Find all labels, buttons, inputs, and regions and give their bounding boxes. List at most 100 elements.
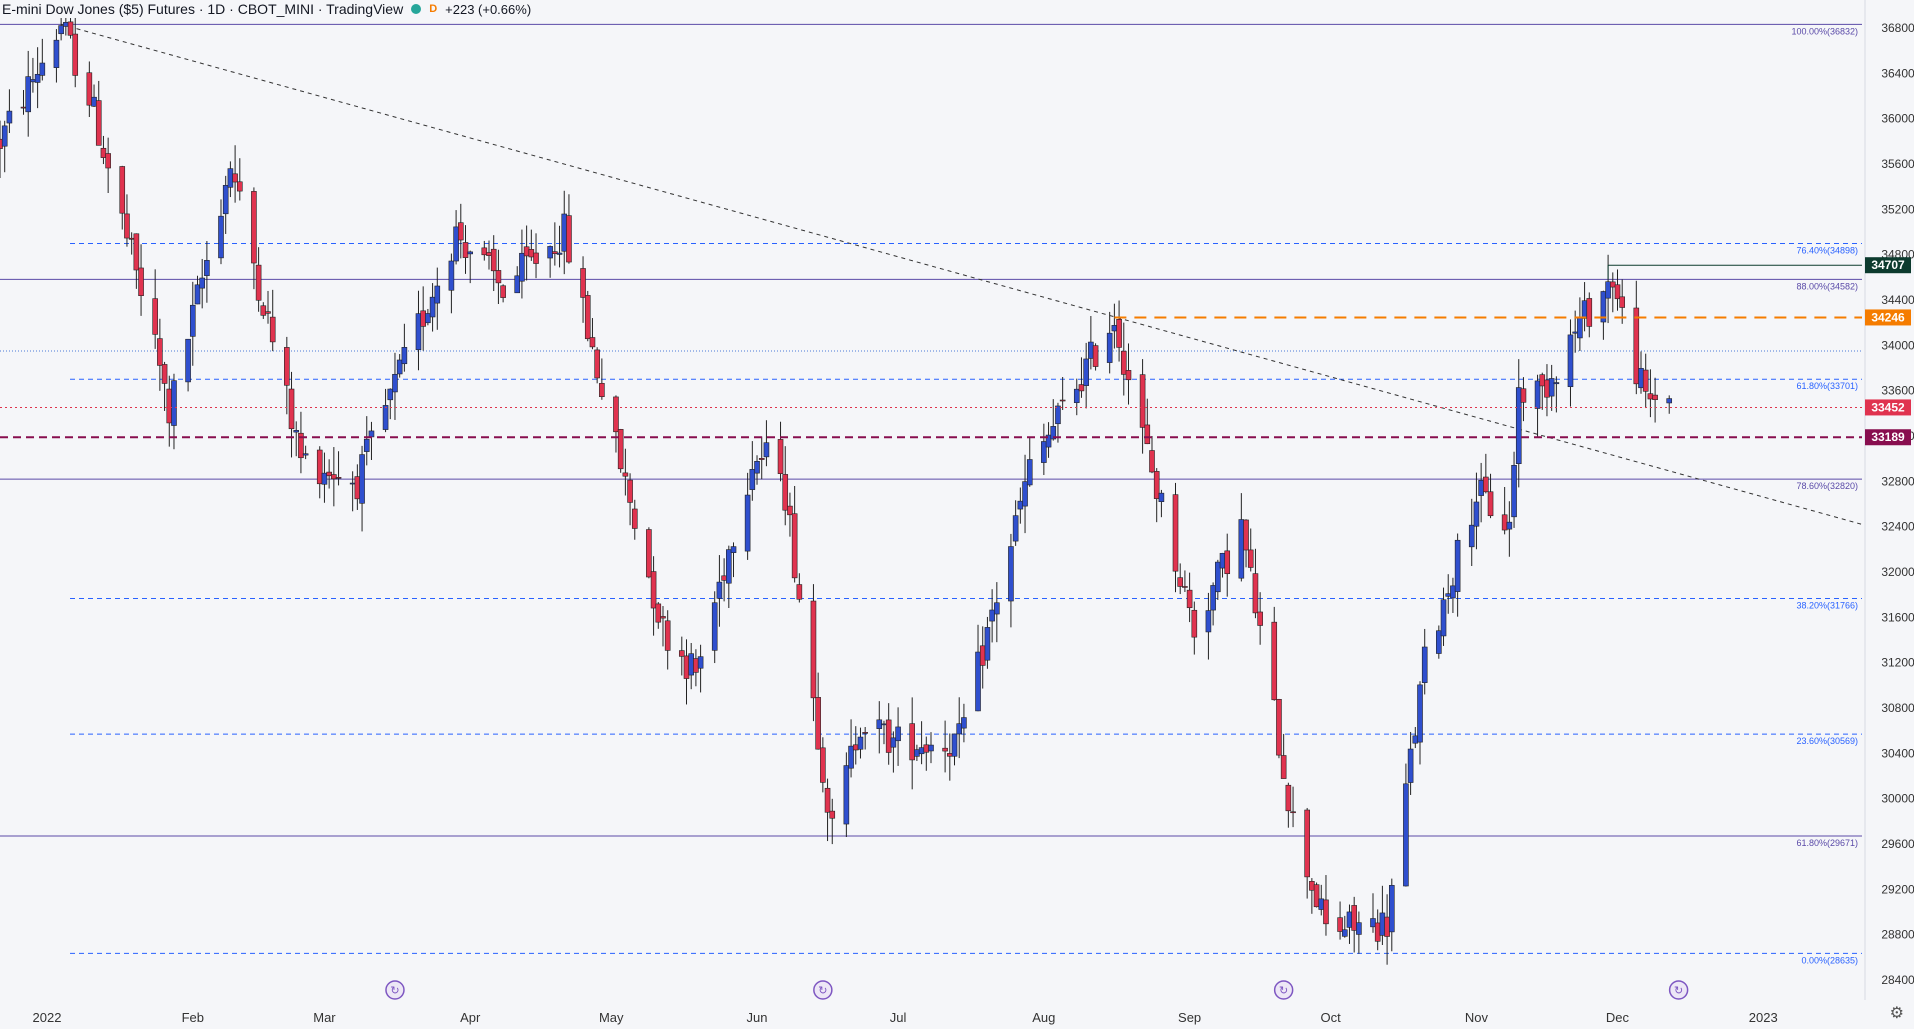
candle-body <box>829 810 836 819</box>
candle-body <box>599 383 605 398</box>
candle-body <box>1078 384 1085 392</box>
candle-body <box>251 191 257 264</box>
fib-level-label: 61.80%(33701) <box>1796 381 1858 391</box>
candle-body <box>918 747 925 755</box>
candle-body <box>1487 491 1494 517</box>
candle-body <box>1116 319 1122 348</box>
candle-body <box>429 296 436 318</box>
candle-body <box>1280 755 1287 779</box>
candle-body <box>1356 922 1362 935</box>
candle-body <box>72 33 79 76</box>
candle-body <box>53 39 60 68</box>
candle-body <box>566 215 572 263</box>
price-chart[interactable]: 28400 28800 29200 29600 30000 30400 30800 31200… <box>0 0 1914 1029</box>
candle-body <box>1440 599 1447 637</box>
candle-body <box>519 252 525 282</box>
candle-body <box>763 442 770 458</box>
fib-level-label: 61.80%(29671) <box>1796 838 1858 848</box>
candle-body <box>631 508 638 529</box>
candle-body <box>255 264 262 301</box>
candle-body <box>627 479 633 503</box>
candle-body <box>1515 387 1522 464</box>
price-tag-label: 34246 <box>1871 310 1905 324</box>
candle-body <box>989 609 995 622</box>
candle-body <box>462 242 469 258</box>
candle-body <box>1149 450 1155 473</box>
candle-body <box>1008 546 1014 602</box>
candle-body <box>1022 481 1028 507</box>
candle-body <box>420 310 426 327</box>
candle-body <box>161 364 168 384</box>
candle-body <box>617 429 624 470</box>
candle-body <box>523 246 530 257</box>
candle-body <box>1276 699 1282 756</box>
candle-body <box>486 252 492 256</box>
candle-body <box>730 546 737 553</box>
x-tick-label: Apr <box>460 1010 481 1025</box>
candle-body <box>1153 471 1160 499</box>
candle-body <box>655 603 662 623</box>
candle-body <box>269 316 276 343</box>
candle-body <box>1238 519 1245 579</box>
price-tag-label: 33452 <box>1871 400 1905 414</box>
candle-body <box>1210 585 1216 611</box>
y-tick-label: 31200 <box>1881 656 1914 670</box>
candle-body <box>166 388 173 424</box>
chart-background <box>0 0 1914 1029</box>
candle-body <box>561 213 568 252</box>
candle-body <box>63 22 69 27</box>
candle-body <box>1483 476 1489 493</box>
candle-body <box>415 313 422 351</box>
candle-body <box>1219 552 1226 569</box>
candle-body <box>547 246 553 259</box>
candle-body <box>947 753 953 757</box>
candle-body <box>39 62 46 76</box>
candle-body <box>457 222 464 241</box>
candle-body <box>387 388 394 401</box>
delayed-data-badge[interactable]: D <box>429 3 437 15</box>
candle-body <box>721 575 727 581</box>
candle-body <box>1337 917 1343 932</box>
candle-body <box>335 477 342 479</box>
candle-body <box>928 744 934 752</box>
candle-body <box>1642 369 1649 392</box>
candle-body <box>1 125 8 147</box>
candle-body <box>683 655 690 679</box>
candle-body <box>782 474 789 511</box>
candle-body <box>95 100 102 146</box>
candle-body <box>1318 898 1325 910</box>
candle-body <box>1403 783 1409 887</box>
candle-body <box>1346 911 1353 928</box>
candle-body <box>1012 515 1019 542</box>
candle-body <box>1581 300 1588 319</box>
candle-body <box>815 697 821 750</box>
gear-icon[interactable]: ⚙ <box>1890 1003 1904 1023</box>
candle-body <box>1647 393 1654 400</box>
y-tick-label: 29200 <box>1881 882 1914 896</box>
candle-body <box>1407 748 1414 783</box>
candle-body <box>1041 441 1047 463</box>
candle-body <box>1205 610 1212 633</box>
candle-body <box>1370 918 1376 928</box>
candle-body <box>1215 561 1221 593</box>
symbol-title[interactable]: E-mini Dow Jones ($5) Futures · 1D · CBO… <box>0 1 403 17</box>
candle-body <box>1379 912 1386 936</box>
price-tag-label: 33189 <box>1871 430 1905 444</box>
y-tick-label: 31600 <box>1881 610 1914 624</box>
candle-body <box>30 79 36 83</box>
candle-body <box>791 513 798 579</box>
candle-body <box>890 737 897 748</box>
candle-body <box>1304 809 1310 878</box>
candle-body <box>754 461 760 474</box>
candle-body <box>331 474 337 480</box>
candle-body <box>222 185 229 215</box>
candle-body <box>843 765 850 825</box>
candle-body <box>650 571 657 609</box>
candle-body <box>354 476 361 500</box>
y-tick-label: 33600 <box>1881 384 1914 398</box>
candle-body <box>1374 922 1381 942</box>
candle-body <box>1614 284 1621 300</box>
candle-body <box>556 252 563 255</box>
candle-body <box>453 226 459 262</box>
candle-body <box>1548 378 1555 397</box>
